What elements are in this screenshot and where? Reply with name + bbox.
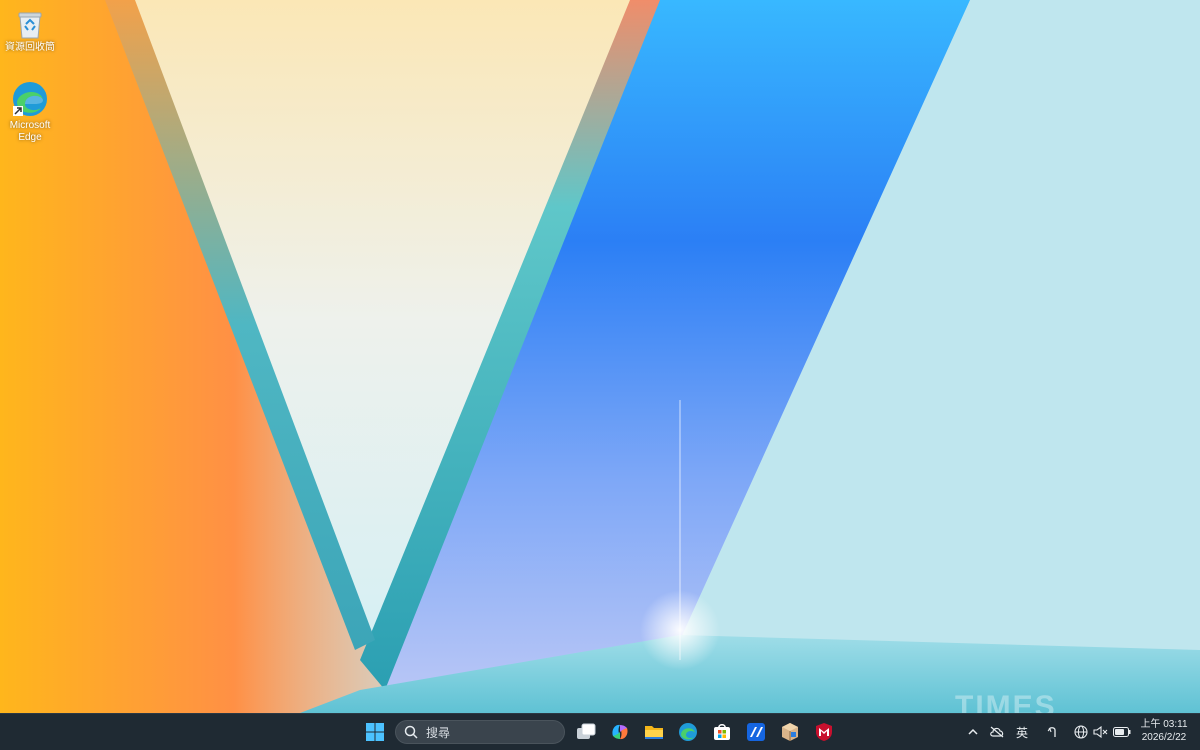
recycle-bin-icon — [18, 12, 42, 39]
ime-language-button[interactable]: 英 — [1012, 722, 1032, 742]
copilot-icon — [612, 724, 628, 740]
taskbar: 搜尋 英 上午 03:11 2026/2/22 — [0, 713, 1200, 750]
cloud-off-icon — [990, 726, 1004, 738]
network-button[interactable] — [1072, 722, 1090, 742]
desktop-icon-label: 資源回收筒 — [5, 42, 55, 53]
edge-icon — [13, 82, 47, 116]
app-icon — [747, 723, 765, 741]
mcafee-button[interactable] — [809, 718, 839, 746]
search-icon — [404, 725, 418, 739]
clock-button[interactable]: 上午 03:11 2026/2/22 — [1138, 718, 1190, 744]
battery-icon — [1113, 727, 1131, 737]
wallpaper — [0, 0, 1200, 713]
desktop-icon-label: Microsoft Edge — [9, 120, 51, 143]
search-input[interactable]: 搜尋 — [395, 720, 565, 744]
show-hidden-icons-button[interactable] — [965, 722, 981, 742]
copilot-button[interactable] — [605, 718, 635, 746]
start-button[interactable] — [360, 718, 390, 746]
task-view-button[interactable] — [571, 718, 601, 746]
ime-mode-button[interactable] — [1044, 722, 1060, 742]
mcafee-icon — [816, 723, 832, 741]
file-explorer-button[interactable] — [639, 718, 669, 746]
volume-muted-icon — [1093, 726, 1108, 738]
edge-taskbar-button[interactable] — [673, 718, 703, 746]
package-icon — [782, 723, 798, 741]
ime-mode-icon — [1047, 727, 1056, 737]
volume-button[interactable] — [1092, 722, 1110, 742]
battery-button[interactable] — [1112, 722, 1132, 742]
desktop: 資源回收筒 Microsoft Edge TIMES 搜尋 英 上午 03:11… — [0, 0, 1200, 750]
clock-time: 上午 03:11 — [1140, 719, 1188, 730]
microsoft-store-button[interactable] — [707, 718, 737, 746]
file-explorer-icon — [645, 726, 663, 739]
desktop-icon-edge[interactable]: Microsoft Edge — [0, 80, 60, 144]
notification-mute-button[interactable] — [987, 722, 1007, 742]
edge-icon — [679, 723, 697, 741]
microsoft-store-icon — [714, 724, 730, 740]
windows-start-icon — [366, 723, 384, 741]
package-button[interactable] — [775, 718, 805, 746]
chevron-up-icon — [968, 728, 978, 735]
search-label: 搜尋 — [426, 725, 451, 740]
globe-icon — [1074, 725, 1088, 739]
task-view-icon — [577, 723, 596, 739]
app-button[interactable] — [741, 718, 771, 746]
clock-date: 2026/2/22 — [1141, 732, 1187, 743]
desktop-icon-recycle-bin[interactable]: 資源回收筒 — [0, 8, 60, 54]
